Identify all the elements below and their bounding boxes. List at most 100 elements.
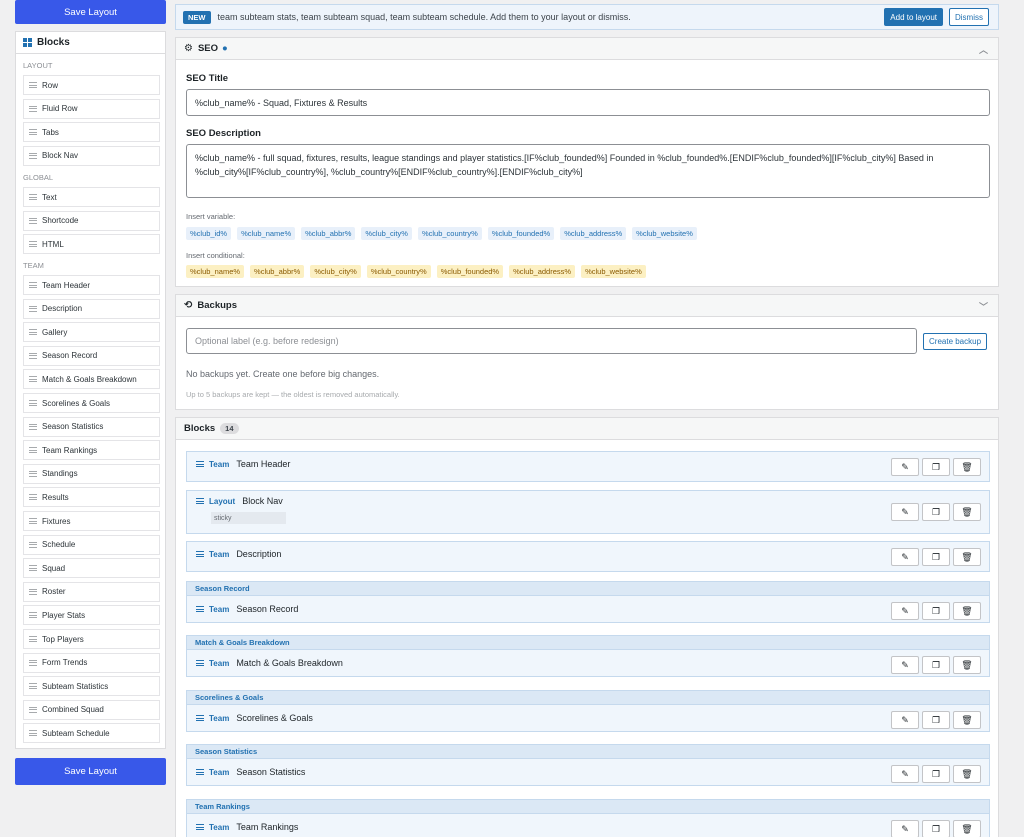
layout-block-row[interactable]: Team Match & Goals Breakdown ✎ ❐ 🗑: [186, 649, 990, 677]
drag-handle-icon[interactable]: [29, 351, 37, 360]
palette-item-tabs[interactable]: Tabs: [23, 122, 160, 143]
dismiss-button[interactable]: Dismiss: [949, 8, 989, 26]
edit-block-button[interactable]: ✎: [891, 548, 919, 566]
create-backup-button[interactable]: Create backup: [923, 333, 988, 350]
delete-block-button[interactable]: 🗑: [953, 656, 981, 674]
duplicate-block-button[interactable]: ❐: [922, 820, 950, 837]
duplicate-block-button[interactable]: ❐: [922, 711, 950, 729]
drag-handle-icon[interactable]: [29, 469, 37, 478]
duplicate-block-button[interactable]: ❐: [922, 765, 950, 783]
palette-item-season-statistics[interactable]: Season Statistics: [23, 416, 160, 437]
duplicate-block-button[interactable]: ❐: [922, 548, 950, 566]
seo-title-input[interactable]: %club_name% - Squad, Fixtures & Results: [186, 89, 990, 116]
variable-chip[interactable]: %club_id%: [186, 227, 232, 240]
drag-handle-icon[interactable]: [29, 564, 37, 573]
delete-block-button[interactable]: 🗑: [953, 820, 981, 837]
drag-handle-icon[interactable]: [29, 328, 37, 337]
duplicate-block-button[interactable]: ❐: [922, 602, 950, 620]
conditional-chip[interactable]: %club_abbr%: [250, 265, 305, 278]
palette-item-text[interactable]: Text: [23, 187, 160, 207]
drag-handle-icon[interactable]: [29, 304, 37, 313]
add-to-layout-button[interactable]: Add to layout: [884, 8, 943, 26]
delete-block-button[interactable]: 🗑: [953, 458, 981, 476]
variable-chip[interactable]: %club_website%: [632, 227, 697, 240]
drag-handle-icon[interactable]: [29, 729, 37, 738]
palette-item-squad[interactable]: Squad: [23, 558, 160, 579]
palette-item-top-players[interactable]: Top Players: [23, 629, 160, 649]
palette-item-form-trends[interactable]: Form Trends: [23, 652, 160, 673]
palette-item-schedule[interactable]: Schedule: [23, 534, 160, 555]
conditional-chip[interactable]: %club_address%: [509, 265, 576, 278]
backup-label-input[interactable]: Optional label (e.g. before redesign): [186, 328, 917, 354]
edit-block-button[interactable]: ✎: [891, 820, 919, 837]
drag-handle-icon[interactable]: [196, 659, 204, 668]
palette-item-team-rankings[interactable]: Team Rankings: [23, 440, 160, 461]
drag-handle-icon[interactable]: [29, 399, 37, 408]
palette-item-scorelines-and-goals[interactable]: Scorelines & Goals: [23, 393, 160, 413]
drag-handle-icon[interactable]: [196, 550, 204, 559]
drag-handle-icon[interactable]: [29, 658, 37, 667]
drag-handle-icon[interactable]: [29, 705, 37, 714]
delete-block-button[interactable]: 🗑: [953, 548, 981, 566]
delete-block-button[interactable]: 🗑: [953, 602, 981, 620]
drag-handle-icon[interactable]: [29, 540, 37, 549]
delete-block-button[interactable]: 🗑: [953, 765, 981, 783]
seo-card-header[interactable]: ⚙ SEO ● ︿: [176, 38, 998, 60]
palette-item-fluid-row[interactable]: Fluid Row: [23, 98, 160, 119]
edit-block-button[interactable]: ✎: [891, 503, 919, 521]
drag-handle-icon[interactable]: [29, 635, 37, 644]
drag-handle-icon[interactable]: [196, 823, 204, 832]
drag-handle-icon[interactable]: [29, 240, 37, 249]
drag-handle-icon[interactable]: [29, 193, 37, 202]
palette-item-player-stats[interactable]: Player Stats: [23, 605, 160, 626]
palette-item-season-record[interactable]: Season Record: [23, 345, 160, 366]
layout-block-row[interactable]: Team Description ✎ ❐ 🗑: [186, 541, 990, 572]
duplicate-block-button[interactable]: ❐: [922, 503, 950, 521]
drag-handle-icon[interactable]: [29, 151, 37, 160]
drag-handle-icon[interactable]: [196, 497, 204, 506]
edit-block-button[interactable]: ✎: [891, 602, 919, 620]
save-layout-button-top[interactable]: Save Layout: [15, 0, 166, 24]
edit-block-button[interactable]: ✎: [891, 765, 919, 783]
conditional-chip[interactable]: %club_website%: [581, 265, 646, 278]
duplicate-block-button[interactable]: ❐: [922, 458, 950, 476]
chevron-down-icon[interactable]: ﹀: [979, 300, 988, 313]
palette-item-row[interactable]: Row: [23, 75, 160, 95]
drag-handle-icon[interactable]: [29, 81, 37, 90]
palette-item-team-header[interactable]: Team Header: [23, 275, 160, 295]
drag-handle-icon[interactable]: [196, 460, 204, 469]
layout-block-row[interactable]: Team Season Statistics ✎ ❐ 🗑: [186, 758, 990, 786]
seo-description-textarea[interactable]: %club_name% - full squad, fixtures, resu…: [186, 144, 990, 198]
drag-handle-icon[interactable]: [29, 493, 37, 502]
layout-block-row[interactable]: Team Team Rankings ✎ ❐ 🗑: [186, 813, 990, 837]
variable-chip[interactable]: %club_name%: [237, 227, 296, 240]
drag-handle-icon[interactable]: [196, 714, 204, 723]
palette-item-description[interactable]: Description: [23, 298, 160, 319]
variable-chip[interactable]: %club_founded%: [487, 227, 555, 240]
drag-handle-icon[interactable]: [29, 446, 37, 455]
variable-chip[interactable]: %club_address%: [560, 227, 627, 240]
variable-chip[interactable]: %club_city%: [361, 227, 412, 240]
delete-block-button[interactable]: 🗑: [953, 711, 981, 729]
backups-card-header[interactable]: ⟲ Backups ﹀: [176, 295, 998, 317]
drag-handle-icon[interactable]: [29, 422, 37, 431]
palette-item-block-nav[interactable]: Block Nav: [23, 145, 160, 166]
edit-block-button[interactable]: ✎: [891, 458, 919, 476]
drag-handle-icon[interactable]: [29, 128, 37, 137]
edit-block-button[interactable]: ✎: [891, 711, 919, 729]
conditional-chip[interactable]: %club_name%: [186, 265, 245, 278]
palette-item-gallery[interactable]: Gallery: [23, 322, 160, 343]
conditional-chip[interactable]: %club_country%: [366, 265, 431, 278]
layout-block-row[interactable]: Team Scorelines & Goals ✎ ❐ 🗑: [186, 704, 990, 732]
conditional-chip[interactable]: %club_founded%: [436, 265, 504, 278]
palette-item-fixtures[interactable]: Fixtures: [23, 511, 160, 531]
drag-handle-icon[interactable]: [29, 216, 37, 225]
palette-item-roster[interactable]: Roster: [23, 581, 160, 602]
edit-block-button[interactable]: ✎: [891, 656, 919, 674]
drag-handle-icon[interactable]: [29, 517, 37, 526]
palette-item-results[interactable]: Results: [23, 487, 160, 508]
save-layout-button-bottom[interactable]: Save Layout: [15, 758, 166, 785]
drag-handle-icon[interactable]: [29, 281, 37, 290]
duplicate-block-button[interactable]: ❐: [922, 656, 950, 674]
drag-handle-icon[interactable]: [29, 587, 37, 596]
